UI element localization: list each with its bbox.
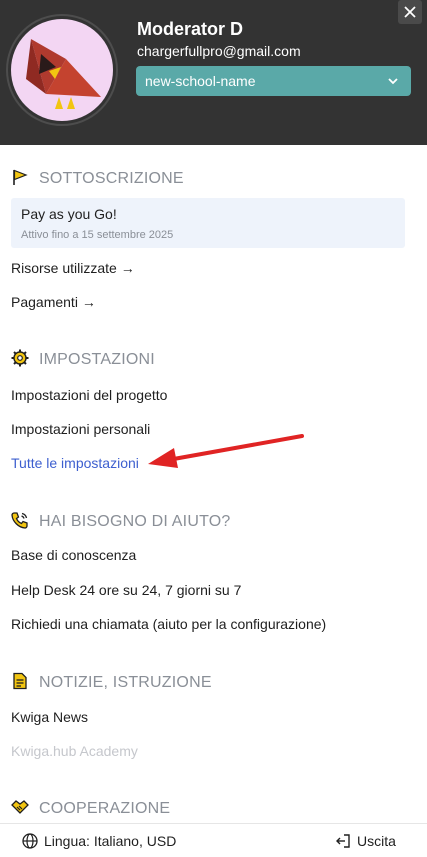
section-title-settings: IMPOSTAZIONI	[11, 349, 155, 369]
flag-icon	[13, 169, 28, 185]
all-settings-link[interactable]: Tutte le impostazioni	[11, 455, 139, 471]
school-select-value: new-school-name	[145, 73, 256, 89]
section-title-help: HAI BISOGNO DI AIUTO?	[11, 511, 231, 531]
plan-expiry: Attivo fino a 15 settembre 2025	[21, 229, 174, 241]
globe-icon	[22, 833, 38, 849]
gear-icon	[11, 349, 29, 367]
red-arrow-annotation	[148, 434, 304, 468]
academy-link[interactable]: Kwiga.hub Academy	[11, 743, 138, 759]
close-button[interactable]	[398, 0, 422, 24]
payments-link[interactable]: Pagamenti →	[11, 294, 96, 310]
user-email: chargerfullpro@gmail.com	[137, 43, 301, 59]
phone-icon	[11, 512, 28, 529]
school-select[interactable]: new-school-name	[136, 66, 411, 96]
user-name: Moderator D	[137, 19, 244, 39]
close-icon	[404, 6, 416, 18]
section-title-news: NOTIZIE, ISTRUZIONE	[11, 672, 212, 692]
section-title-subscription: SOTTOSCRIZIONE	[11, 168, 184, 188]
chevron-down-icon	[388, 78, 398, 85]
document-icon	[13, 672, 27, 690]
menu-footer: Lingua: Italiano, USD Uscita	[0, 823, 427, 857]
request-call-link[interactable]: Richiedi una chiamata (aiuto per la conf…	[11, 616, 326, 632]
section-title-cooperation: COOPERAZIONE	[11, 798, 170, 818]
subscription-card: Pay as you Go! Attivo fino a 15 settembr…	[11, 198, 405, 248]
language-label: Lingua: Italiano, USD	[44, 833, 177, 849]
plan-name: Pay as you Go!	[21, 206, 117, 222]
language-selector[interactable]: Lingua: Italiano, USD	[22, 833, 176, 849]
knowledge-base-link[interactable]: Base di conoscenza	[11, 547, 136, 563]
resources-used-link[interactable]: Risorse utilizzate →	[11, 260, 135, 276]
logout-icon	[336, 834, 350, 848]
logout-button[interactable]: Uscita	[335, 833, 396, 849]
kwiga-news-link[interactable]: Kwiga News	[11, 709, 88, 725]
handshake-icon	[11, 800, 29, 814]
personal-settings-link[interactable]: Impostazioni personali	[11, 421, 150, 437]
logout-label: Uscita	[357, 833, 396, 849]
help-desk-link[interactable]: Help Desk 24 ore su 24, 7 giorni su 7	[11, 582, 241, 598]
cardinal-logo-icon	[26, 39, 101, 109]
profile-header: Moderator D chargerfullpro@gmail.com new…	[0, 0, 427, 145]
project-settings-link[interactable]: Impostazioni del progetto	[11, 387, 167, 403]
avatar[interactable]	[11, 19, 113, 121]
